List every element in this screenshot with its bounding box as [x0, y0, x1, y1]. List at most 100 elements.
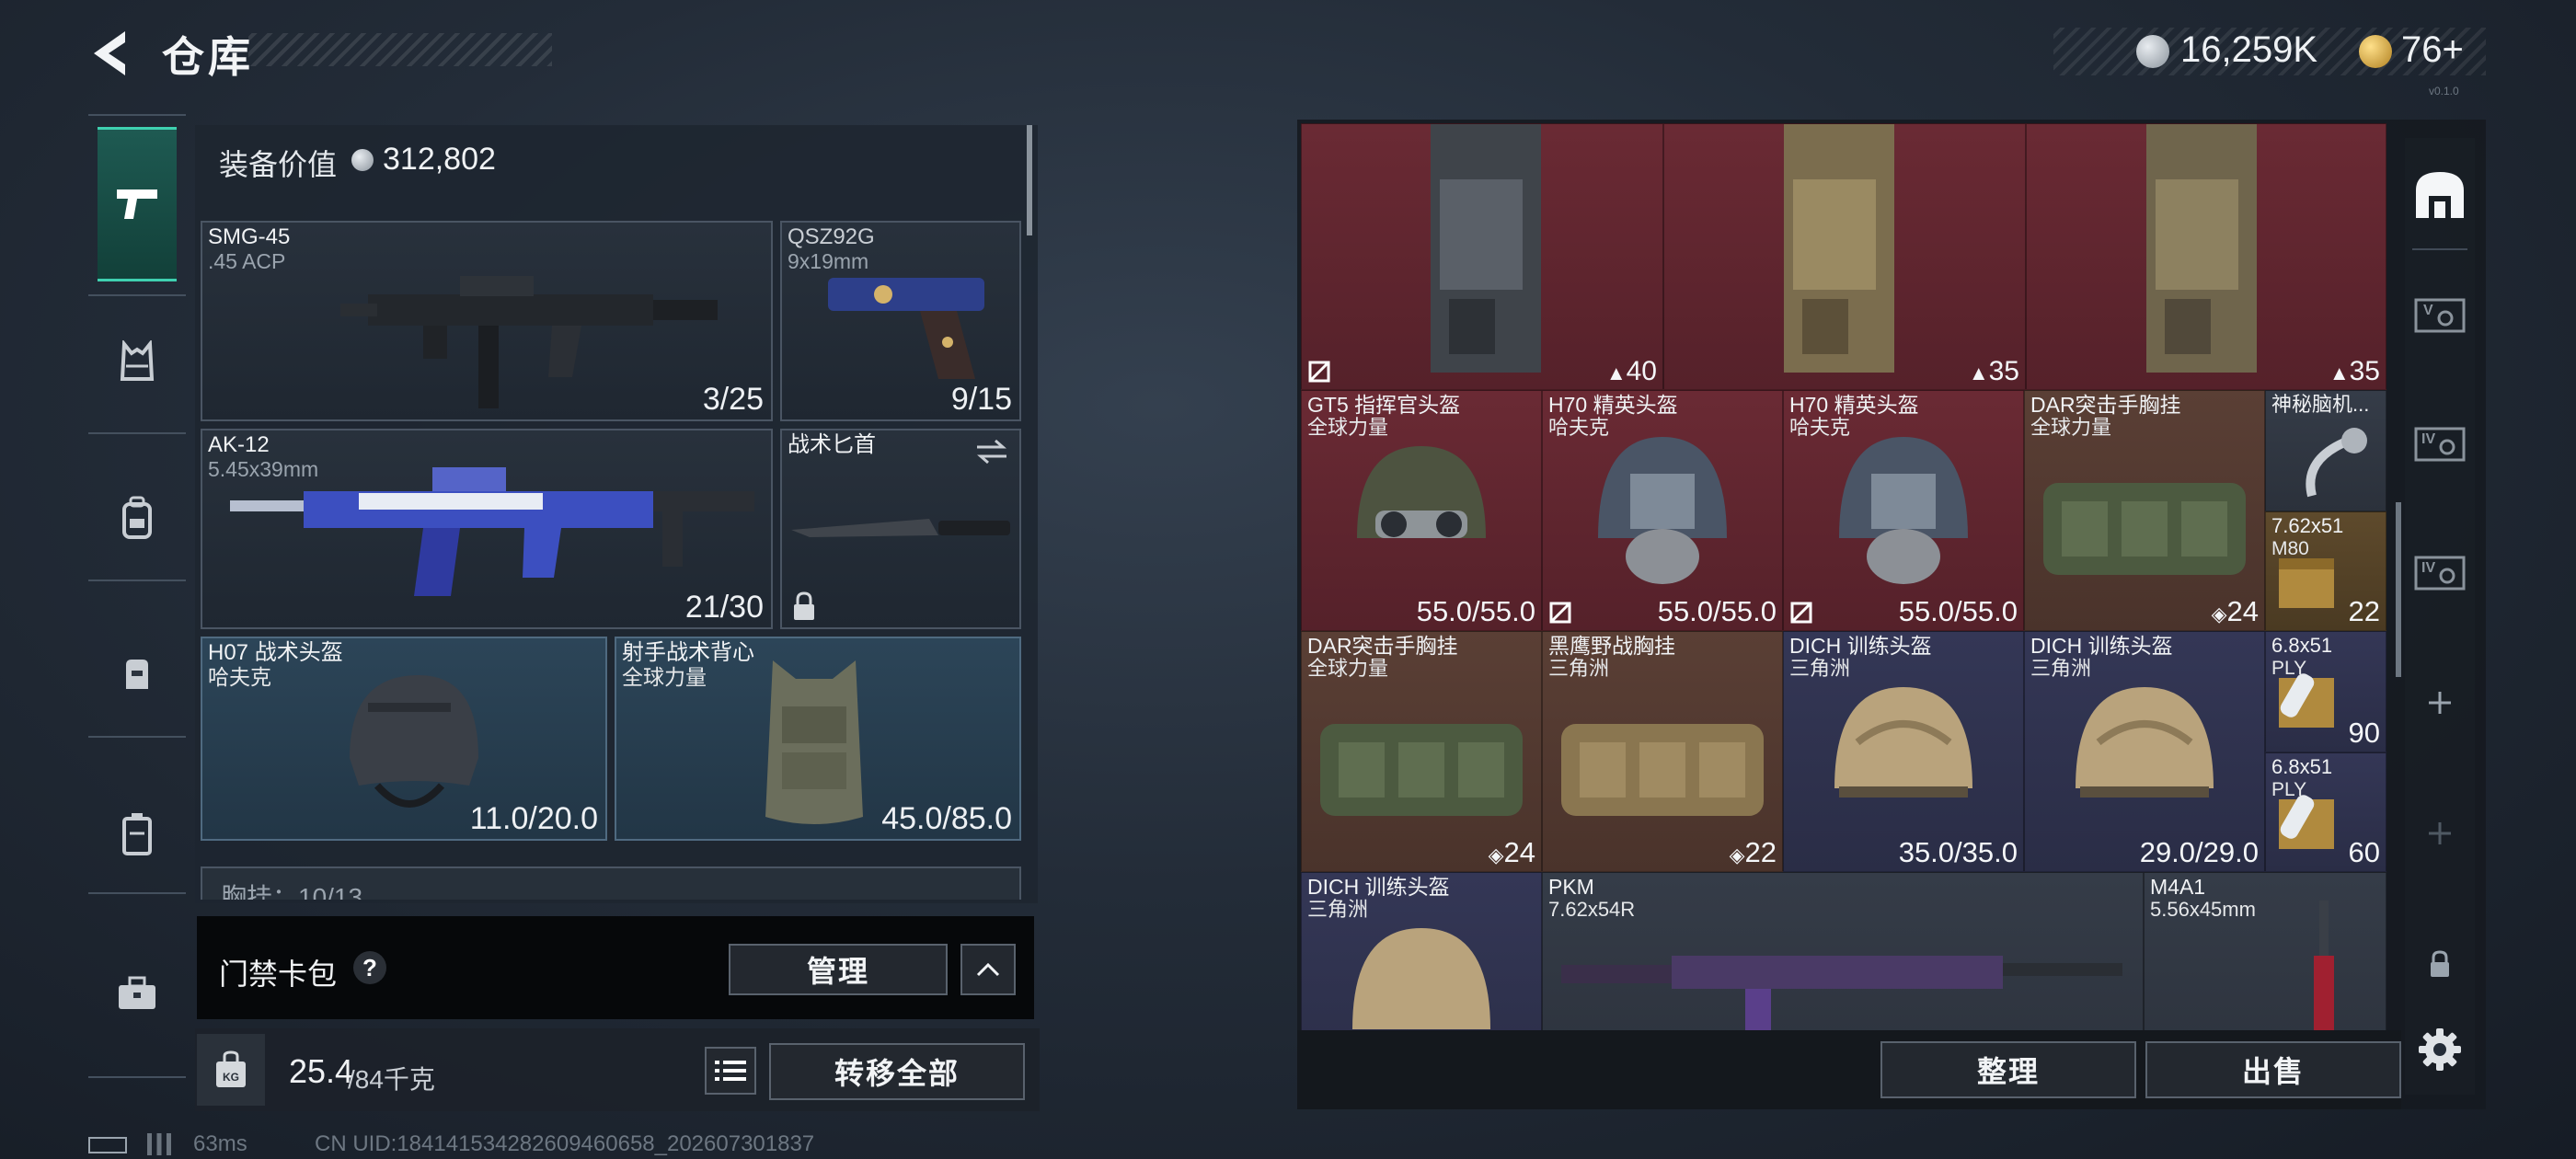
- weapon-name: SMG-45: [208, 224, 291, 249]
- transfer-all-button[interactable]: 转移全部: [769, 1043, 1025, 1100]
- stash-item-helmet[interactable]: DICH 训练头盔 三角洲 35.0/35.0: [1783, 631, 2024, 872]
- stash-item-machine-gun[interactable]: PKM 7.62x54R: [1542, 872, 2144, 1030]
- nav-tab-chest-rig[interactable]: [98, 322, 177, 401]
- stash-item-helmet[interactable]: H70 精英头盔 哈夫克 55.0/55.0: [1783, 390, 2024, 631]
- chest-rig-image: [2043, 483, 2246, 575]
- helmet-image: [1834, 687, 1972, 798]
- secondary-weapon-slot[interactable]: AK-12 5.45x39mm 21/30: [201, 429, 773, 629]
- settings-button[interactable]: [2410, 1019, 2469, 1080]
- armor-slot[interactable]: 射手战术背心 全球力量 45.0/85.0: [615, 637, 1021, 841]
- stash-item-ammo[interactable]: 6.8x51 PLY 90: [2265, 631, 2386, 752]
- silver-coin-icon: [2136, 35, 2169, 68]
- item-durability: 55.0/55.0: [1416, 595, 1535, 627]
- stash-item-chest-rig[interactable]: DAR突击手胸挂 全球力量 ◈24: [1301, 631, 1542, 872]
- item-name: 黑鹰野战胸挂: [1548, 634, 1675, 658]
- primary-weapon-slot[interactable]: SMG-45 .45 ACP 3/25: [201, 221, 773, 421]
- silver-currency-value: 16,259K: [2180, 29, 2318, 70]
- svg-text:IV: IV: [2421, 431, 2435, 447]
- side-tab-case-iv[interactable]: IV: [2410, 539, 2469, 603]
- list-view-button[interactable]: [705, 1047, 756, 1095]
- settings-gear-icon: [2419, 1028, 2461, 1071]
- stash-item-chest-rig[interactable]: ▲40: [1301, 123, 1663, 390]
- stash-item-brain-chip[interactable]: 神秘脑机...: [2265, 390, 2386, 511]
- swap-icon[interactable]: [973, 438, 1010, 465]
- stash-item-ammo[interactable]: 6.8x51 PLY 60: [2265, 752, 2386, 872]
- weapon-ammo: .45 ACP: [208, 249, 286, 273]
- case-icon: [122, 813, 152, 855]
- manage-button[interactable]: 管理: [729, 944, 948, 995]
- chest-rig-capacity: 胸挂：10/13: [221, 883, 363, 900]
- vest-image: [765, 660, 863, 824]
- stash-item-ammo[interactable]: 7.62x51 M80 22: [2265, 511, 2386, 631]
- side-tab-add[interactable]: [2410, 675, 2469, 730]
- nav-divider: [88, 736, 186, 738]
- nav-divider: [88, 892, 186, 894]
- helmet-faction: 哈夫克: [208, 665, 271, 689]
- no-insure-icon: [1549, 602, 1571, 624]
- version-tag: v0.1.0: [2429, 85, 2459, 98]
- nav-tab-backpack[interactable]: [98, 478, 177, 557]
- item-name: 6.8x51: [2271, 634, 2333, 657]
- stash-item-helmet[interactable]: DICH 训练头盔 三角洲: [1301, 872, 1542, 1030]
- helmet-image: [1352, 928, 1490, 1029]
- item-name: 7.62x51: [2271, 514, 2344, 537]
- nav-tab-case[interactable]: [98, 795, 177, 874]
- chest-rig-image: [1784, 124, 1894, 373]
- stash-item-helmet[interactable]: H70 精英头盔 哈夫克 55.0/55.0: [1542, 390, 1783, 631]
- side-tab-add[interactable]: [2410, 806, 2469, 861]
- helmet-image: [1357, 446, 1486, 538]
- stash-item-chest-rig[interactable]: ▲35: [1663, 123, 2026, 390]
- collapse-button[interactable]: [960, 944, 1016, 995]
- pistol-slot[interactable]: QSZ92G 9x19mm 9/15: [780, 221, 1021, 421]
- sort-button[interactable]: 整理: [1880, 1041, 2136, 1098]
- sell-button[interactable]: 出售: [2145, 1041, 2401, 1098]
- signal-icon: [147, 1133, 171, 1155]
- helmet-slot[interactable]: H07 战术头盔 哈夫克 11.0/20.0: [201, 637, 607, 841]
- stash-scrollbar[interactable]: [2396, 502, 2401, 677]
- melee-slot[interactable]: 战术匕首: [780, 429, 1021, 629]
- rifle-weapon-image: [230, 467, 754, 596]
- pouch-icon: [126, 660, 148, 689]
- stash-item-chest-rig[interactable]: 黑鹰野战胸挂 三角洲 ◈22: [1542, 631, 1783, 872]
- chest-rig-image: [1561, 724, 1764, 816]
- stash-item-rifle[interactable]: M4A1 5.56x45mm: [2144, 872, 2386, 1030]
- nav-divider: [88, 114, 186, 116]
- item-capacity: ▲40: [1605, 356, 1657, 386]
- lock-icon: [794, 591, 814, 620]
- ammo-box-image: [2279, 558, 2334, 608]
- ammo-box-image: [2279, 673, 2334, 728]
- list-icon: [715, 1061, 746, 1081]
- stash-item-helmet[interactable]: GT5 指挥官头盔 全球力量 55.0/55.0: [1301, 390, 1542, 631]
- side-tab-stash[interactable]: [2410, 162, 2469, 226]
- battery-icon: [88, 1137, 127, 1153]
- item-capacity: ▲35: [1968, 356, 2019, 386]
- nav-tab-pouch[interactable]: [98, 635, 177, 714]
- nav-tab-toolbox[interactable]: [98, 953, 177, 1032]
- side-tab-case-iv[interactable]: IV: [2410, 410, 2469, 475]
- stash-item-chest-rig[interactable]: DAR突击手胸挂 全球力量 ◈24: [2024, 390, 2265, 631]
- keycard-help-button[interactable]: ?: [353, 951, 386, 984]
- stash-item-chest-rig[interactable]: ▲35: [2026, 123, 2386, 390]
- pistol-icon: [117, 189, 157, 219]
- nav-divider: [88, 1076, 186, 1078]
- side-tab-locked[interactable]: [2410, 938, 2469, 990]
- smg-weapon-image: [340, 276, 718, 408]
- nav-tab-weapons[interactable]: [98, 127, 177, 281]
- gold-currency-value[interactable]: 76+: [2401, 29, 2464, 71]
- item-capacity: ◈24: [1488, 836, 1535, 868]
- back-arrow-icon[interactable]: [85, 26, 140, 81]
- item-name: H70 精英头盔: [1789, 393, 1919, 417]
- nav-divider: [88, 580, 186, 581]
- nav-divider: [88, 294, 186, 296]
- item-quantity: 22: [2348, 595, 2380, 627]
- item-name: H70 精英头盔: [1548, 393, 1678, 417]
- side-tab-case-v[interactable]: V: [2410, 281, 2469, 346]
- item-durability: 35.0/35.0: [1898, 836, 2018, 868]
- stash-item-helmet[interactable]: DICH 训练头盔 三角洲 29.0/29.0: [2024, 631, 2265, 872]
- toolbox-icon: [119, 976, 155, 1009]
- weight-icon-box: KG: [197, 1034, 265, 1106]
- max-weight: /84千克: [348, 1065, 435, 1094]
- loadout-scrollbar[interactable]: [1027, 125, 1032, 235]
- stash-home-icon: [2416, 172, 2464, 218]
- rig-icon: ◈: [1729, 843, 1745, 866]
